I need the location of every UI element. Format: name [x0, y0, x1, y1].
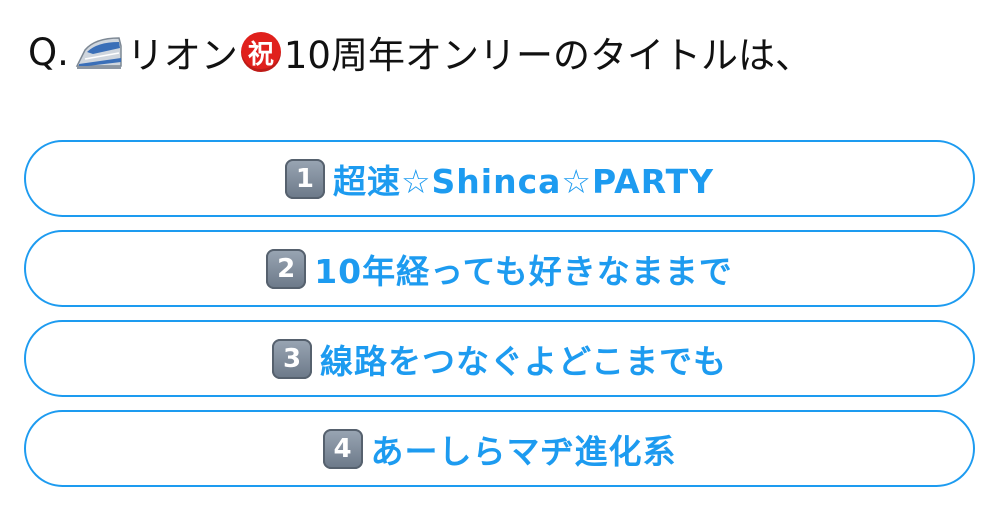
poll-option-2[interactable]: 2 10年経っても好きなままで — [24, 230, 975, 307]
keycap-1-icon: 1 — [284, 158, 325, 199]
congratulations-icon: 祝 — [240, 32, 281, 72]
poll-option-3[interactable]: 3 線路をつなぐよどこまでも — [24, 320, 975, 397]
poll-options: 1 超速☆Shinca☆PARTY 2 10年経っても好きなままで 3 線路をつ… — [24, 140, 975, 500]
keycap-4-icon: 4 — [322, 428, 363, 469]
question-text: Q. リオン 祝 10周年オンリーのタイトルは、 — [28, 22, 812, 82]
keycap-3-icon: 3 — [271, 338, 312, 379]
poll-option-label: あーしらマヂ進化系 — [370, 431, 677, 471]
poll-option-1[interactable]: 1 超速☆Shinca☆PARTY — [24, 140, 975, 217]
bullet-train-icon — [75, 32, 123, 72]
question-text-part2: 10周年オンリーのタイトルは、 — [283, 34, 812, 77]
poll-option-label: 10年経っても好きなままで — [314, 251, 733, 291]
poll-option-label: 超速☆Shinca☆PARTY — [332, 161, 715, 201]
question-prefix: Q. — [28, 30, 69, 74]
poll-option-4[interactable]: 4 あーしらマヂ進化系 — [24, 410, 975, 487]
poll-option-label: 線路をつなぐよどこまでも — [319, 341, 727, 381]
keycap-2-icon: 2 — [266, 248, 307, 289]
question-text-part1: リオン — [126, 34, 238, 77]
